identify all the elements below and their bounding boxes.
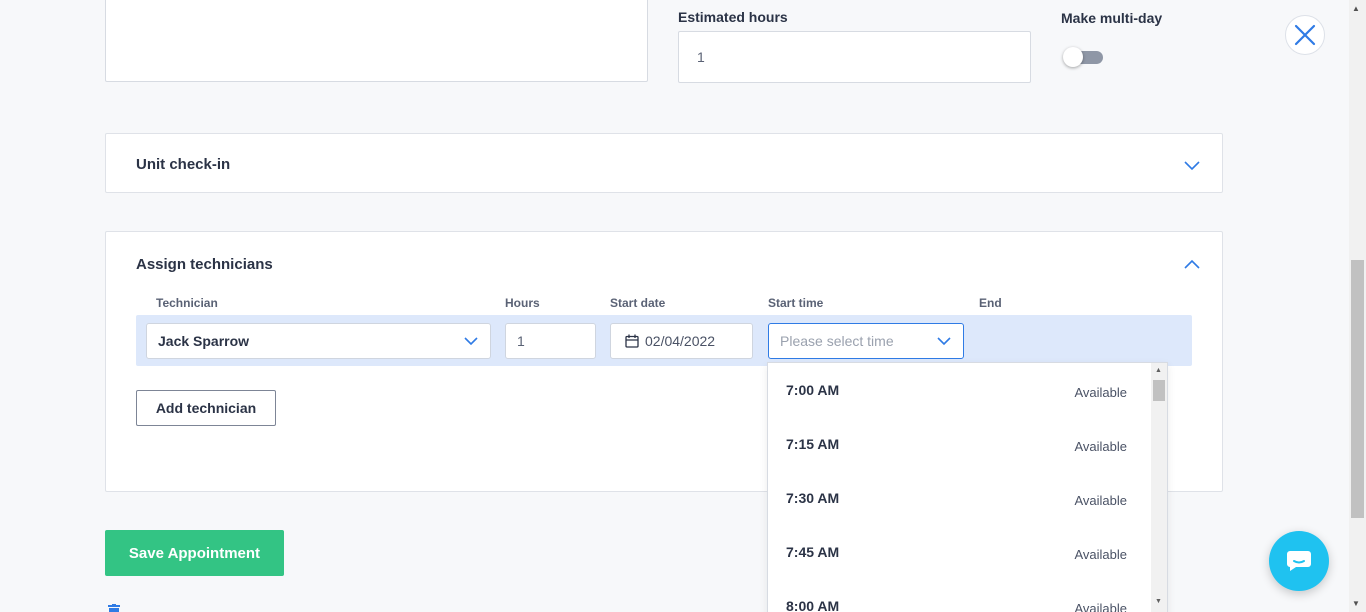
technician-value: Jack Sparrow <box>158 333 250 349</box>
time-option-label: 7:15 AM <box>786 436 840 452</box>
page-scroll-thumb[interactable] <box>1351 260 1364 518</box>
scroll-down-arrow-icon[interactable]: ▼ <box>1352 599 1360 608</box>
multi-day-toggle[interactable] <box>1063 47 1103 67</box>
time-option-label: 7:45 AM <box>786 544 840 560</box>
start-time-select[interactable]: Please select time <box>768 323 964 359</box>
column-start-date: Start date <box>610 296 666 310</box>
column-start-time: Start time <box>768 296 824 310</box>
chevron-down-icon <box>464 337 478 346</box>
time-option[interactable]: 7:45 AM Available <box>768 525 1153 579</box>
close-button[interactable] <box>1285 15 1325 55</box>
time-option-status: Available <box>1074 547 1127 562</box>
start-time-dropdown: 7:00 AM Available 7:15 AM Available 7:30… <box>767 362 1168 612</box>
time-option-label: 7:30 AM <box>786 490 840 506</box>
time-option[interactable]: 8:00 AM Available <box>768 579 1153 612</box>
start-time-placeholder: Please select time <box>780 333 894 349</box>
time-option-status: Available <box>1074 493 1127 508</box>
scroll-up-arrow-icon[interactable]: ▲ <box>1352 4 1360 13</box>
chevron-down-icon[interactable] <box>1184 161 1200 171</box>
multi-day-label: Make multi-day <box>1061 10 1163 26</box>
time-option-label: 8:00 AM <box>786 598 840 612</box>
unit-checkin-title: Unit check-in <box>136 156 231 173</box>
dropdown-scrollbar[interactable]: ▲ ▼ <box>1151 363 1167 612</box>
notes-textarea[interactable] <box>105 0 648 82</box>
column-technician: Technician <box>156 296 218 310</box>
estimated-hours-label: Estimated hours <box>678 9 788 25</box>
column-end: End <box>979 296 1002 310</box>
estimated-hours-input[interactable]: 1 <box>678 31 1031 83</box>
hours-input[interactable]: 1 <box>505 323 596 359</box>
time-option[interactable]: 7:30 AM Available <box>768 471 1153 525</box>
time-option[interactable]: 7:15 AM Available <box>768 417 1153 471</box>
time-option[interactable]: 7:00 AM Available <box>768 363 1153 417</box>
chat-launcher-button[interactable] <box>1269 531 1329 591</box>
dropdown-scroll-thumb[interactable] <box>1153 380 1165 401</box>
time-option-status: Available <box>1074 439 1127 454</box>
close-icon <box>1294 24 1316 46</box>
scroll-down-arrow-icon[interactable]: ▼ <box>1155 598 1162 605</box>
add-technician-button[interactable]: Add technician <box>136 390 276 426</box>
column-hours: Hours <box>505 296 540 310</box>
chevron-up-icon[interactable] <box>1184 259 1200 269</box>
technician-select[interactable]: Jack Sparrow <box>146 323 491 359</box>
scroll-up-arrow-icon[interactable]: ▲ <box>1155 367 1162 374</box>
time-option-status: Available <box>1074 601 1127 612</box>
start-date-value: 02/04/2022 <box>645 333 716 349</box>
save-appointment-button[interactable]: Save Appointment <box>105 530 284 576</box>
trash-icon[interactable] <box>107 604 121 612</box>
chevron-down-icon <box>937 337 951 346</box>
unit-checkin-panel[interactable]: Unit check-in <box>105 133 1223 193</box>
calendar-icon <box>625 334 639 348</box>
time-option-label: 7:00 AM <box>786 382 840 398</box>
assign-technicians-title: Assign technicians <box>136 256 273 273</box>
chat-icon <box>1287 551 1311 571</box>
time-option-status: Available <box>1074 385 1127 400</box>
start-date-input[interactable]: 02/04/2022 <box>610 323 753 359</box>
